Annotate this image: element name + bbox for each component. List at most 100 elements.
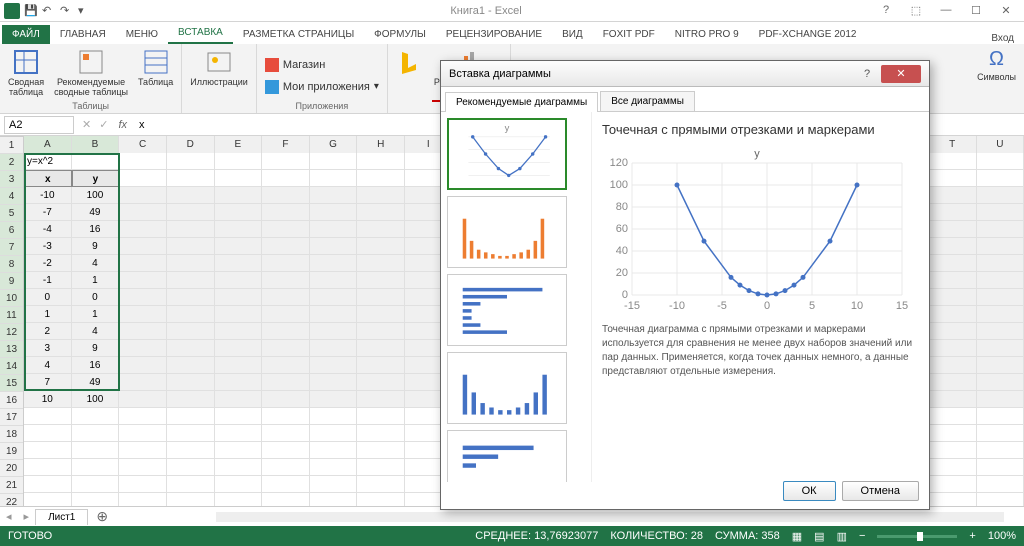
row-header[interactable]: 20 (0, 460, 23, 477)
row-header[interactable]: 11 (0, 307, 23, 324)
redo-icon[interactable]: ↷ (60, 4, 74, 18)
thumb-bar-1[interactable] (447, 196, 567, 268)
tab-all-charts[interactable]: Все диаграммы (600, 91, 695, 111)
cell[interactable]: 1 (72, 306, 120, 323)
tab-file[interactable]: ФАЙЛ (2, 25, 50, 44)
row-header[interactable]: 16 (0, 392, 23, 409)
row-header[interactable]: 1 (0, 137, 23, 154)
cell[interactable]: 9 (72, 340, 120, 357)
cell[interactable]: 3 (24, 340, 72, 357)
tab-menu[interactable]: Меню (116, 25, 168, 44)
qat-menu-icon[interactable]: ▾ (78, 4, 92, 18)
row-header[interactable]: 9 (0, 273, 23, 290)
bing-button[interactable] (394, 46, 426, 78)
tab-home[interactable]: ГЛАВНАЯ (50, 25, 116, 44)
cell[interactable]: -3 (24, 238, 72, 255)
horizontal-scrollbar[interactable] (216, 512, 1004, 522)
login-link[interactable]: Вход (991, 33, 1024, 44)
cell[interactable] (72, 153, 120, 170)
zoom-level[interactable]: 100% (988, 530, 1016, 542)
add-sheet-button[interactable]: ⊕ (88, 508, 116, 525)
cell[interactable]: 4 (72, 255, 120, 272)
cell[interactable]: -10 (24, 187, 72, 204)
zoom-out-button[interactable]: − (859, 530, 865, 542)
row-header[interactable]: 3 (0, 171, 23, 188)
sheet-nav-next[interactable]: ▸ (18, 510, 36, 523)
thumb-scatter-line[interactable]: y (447, 118, 567, 190)
close-icon[interactable]: ✕ (996, 4, 1016, 17)
row-header[interactable]: 2 (0, 154, 23, 171)
symbols-button[interactable]: Ω Символы (975, 46, 1018, 85)
row-header[interactable]: 15 (0, 375, 23, 392)
tab-pdfx[interactable]: PDF-XChange 2012 (749, 25, 867, 44)
column-header[interactable]: D (167, 136, 215, 153)
maximize-icon[interactable]: ☐ (966, 4, 986, 17)
row-header[interactable]: 17 (0, 409, 23, 426)
view-normal-icon[interactable]: ▦ (792, 530, 802, 543)
cell[interactable]: 100 (72, 391, 120, 408)
row-header[interactable]: 19 (0, 443, 23, 460)
cancel-formula-icon[interactable]: ✕ (78, 119, 95, 131)
view-break-icon[interactable]: ▥ (837, 530, 847, 543)
ribbon-toggle-icon[interactable]: ⬚ (906, 4, 926, 17)
row-header[interactable]: 13 (0, 341, 23, 358)
row-header[interactable]: 5 (0, 205, 23, 222)
ok-button[interactable]: ОК (783, 481, 836, 501)
rec-pivot-button[interactable]: Рекомендуемые сводные таблицы (52, 46, 130, 100)
tab-review[interactable]: РЕЦЕНЗИРОВАНИЕ (436, 25, 552, 44)
save-icon[interactable]: 💾 (24, 4, 38, 18)
row-header[interactable]: 14 (0, 358, 23, 375)
dialog-close-icon[interactable]: ✕ (881, 65, 921, 83)
zoom-in-button[interactable]: + (969, 530, 975, 542)
undo-icon[interactable]: ↶ (42, 4, 56, 18)
thumb-hbar-2[interactable] (447, 430, 567, 482)
cell[interactable]: 0 (72, 289, 120, 306)
dialog-title-bar[interactable]: Вставка диаграммы ? ✕ (441, 61, 929, 87)
cell[interactable]: -1 (24, 272, 72, 289)
sheet-nav-prev[interactable]: ◂ (0, 510, 18, 523)
tab-view[interactable]: ВИД (552, 25, 593, 44)
column-header[interactable]: U (977, 136, 1024, 153)
cell[interactable]: -7 (24, 204, 72, 221)
zoom-slider[interactable] (877, 535, 957, 538)
tab-nitro[interactable]: NITRO PRO 9 (665, 25, 749, 44)
cancel-button[interactable]: Отмена (842, 481, 919, 501)
row-header[interactable]: 6 (0, 222, 23, 239)
cell[interactable]: 16 (72, 221, 120, 238)
accept-formula-icon[interactable]: ✓ (95, 119, 112, 131)
cell[interactable]: -2 (24, 255, 72, 272)
row-header[interactable]: 18 (0, 426, 23, 443)
column-header[interactable]: G (310, 136, 358, 153)
minimize-icon[interactable]: — (936, 4, 956, 17)
column-header[interactable]: F (262, 136, 310, 153)
thumb-hbar[interactable] (447, 274, 567, 346)
cell[interactable]: y=x^2 (24, 153, 72, 170)
tab-layout[interactable]: РАЗМЕТКА СТРАНИЦЫ (233, 25, 364, 44)
cell[interactable]: -4 (24, 221, 72, 238)
row-header[interactable]: 8 (0, 256, 23, 273)
cell[interactable]: 49 (72, 204, 120, 221)
fx-label[interactable]: fx (112, 119, 133, 131)
cell[interactable]: 1 (72, 272, 120, 289)
store-button[interactable]: Магазин (263, 56, 327, 74)
tab-insert[interactable]: ВСТАВКА (168, 23, 233, 44)
cell[interactable]: 2 (24, 323, 72, 340)
column-header[interactable]: C (119, 136, 167, 153)
cell[interactable]: 16 (72, 357, 120, 374)
pivot-table-button[interactable]: Сводная таблица (6, 46, 46, 100)
cell[interactable]: 4 (24, 357, 72, 374)
row-header[interactable]: 21 (0, 477, 23, 494)
my-apps-button[interactable]: Мои приложения ▾ (263, 78, 381, 96)
tab-formulas[interactable]: ФОРМУЛЫ (364, 25, 436, 44)
help-icon[interactable]: ? (876, 4, 896, 17)
cell[interactable]: 10 (24, 391, 72, 408)
column-header[interactable]: B (72, 136, 120, 153)
name-box[interactable] (4, 116, 74, 134)
view-layout-icon[interactable]: ▤ (814, 530, 824, 543)
cell[interactable]: x (24, 170, 72, 187)
column-header[interactable]: E (215, 136, 263, 153)
table-button[interactable]: Таблица (136, 46, 175, 90)
row-header[interactable]: 12 (0, 324, 23, 341)
tab-foxit[interactable]: Foxit PDF (593, 25, 665, 44)
cell[interactable]: 9 (72, 238, 120, 255)
